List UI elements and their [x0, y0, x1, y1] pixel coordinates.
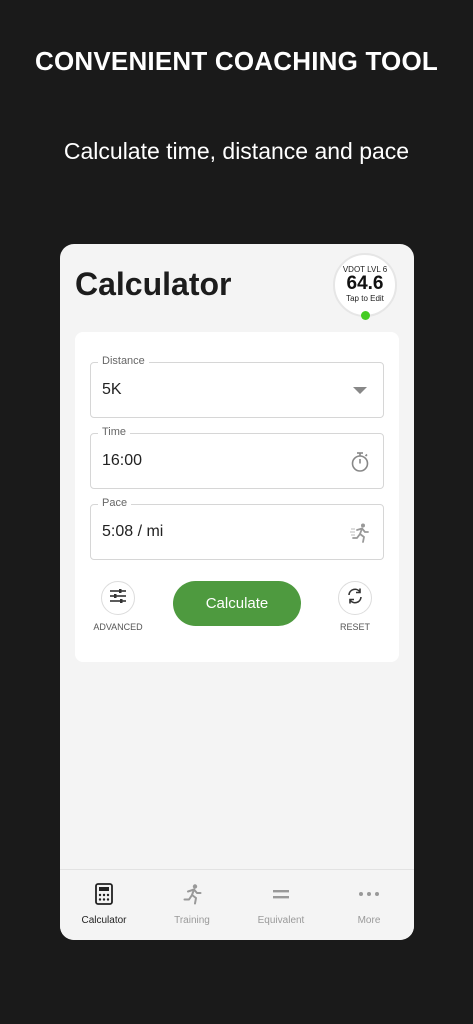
pace-label: Pace	[98, 497, 132, 509]
runner-icon[interactable]	[349, 522, 371, 544]
vdot-status-dot	[361, 311, 370, 320]
distance-select[interactable]: Distance 5K	[90, 355, 384, 418]
stopwatch-icon[interactable]	[349, 451, 371, 473]
vdot-badge[interactable]: VDOT LVL 6 64.6 Tap to Edit	[333, 253, 397, 317]
time-field[interactable]: Time 16:00	[90, 426, 384, 489]
tab-more[interactable]: More	[325, 870, 413, 940]
calculator-icon	[93, 883, 115, 905]
equals-icon	[270, 883, 292, 905]
tab-calculator[interactable]: Calculator	[60, 870, 148, 940]
more-icon	[358, 883, 380, 905]
sliders-icon	[109, 588, 127, 609]
pace-value: 5:08 / mi	[102, 523, 164, 540]
tab-label: Training	[174, 915, 210, 926]
vdot-edit-hint: Tap to Edit	[346, 294, 384, 303]
calculator-card: Distance 5K Time 16:00 Pace 5:08 / mi AD…	[75, 332, 399, 662]
time-value: 16:00	[102, 452, 143, 469]
bottom-tab-bar: Calculator Training Equivalent More	[60, 869, 414, 940]
reset-button[interactable]	[338, 581, 372, 615]
tab-training[interactable]: Training	[148, 870, 236, 940]
distance-label: Distance	[98, 355, 149, 367]
promo-headline: CONVENIENT COACHING TOOL	[34, 46, 438, 76]
vdot-value: 64.6	[346, 273, 384, 294]
phone-screen: Calculator VDOT LVL 6 64.6 Tap to Edit D…	[60, 244, 414, 940]
reset-label: RESET	[339, 622, 370, 632]
distance-value: 5K	[102, 381, 122, 398]
tab-label: More	[357, 915, 381, 926]
time-label: Time	[98, 426, 131, 438]
advanced-label: ADVANCED	[93, 622, 143, 632]
runner-icon	[181, 883, 203, 905]
promo-subheadline: Calculate time, distance and pace	[63, 138, 410, 164]
tab-label: Calculator	[81, 915, 127, 926]
chevron-down-icon[interactable]	[349, 380, 371, 402]
pace-field[interactable]: Pace 5:08 / mi	[90, 497, 384, 560]
tab-equivalent[interactable]: Equivalent	[237, 870, 325, 940]
calculate-button[interactable]: Calculate	[173, 581, 301, 626]
advanced-button[interactable]	[101, 581, 135, 615]
page-title: Calculator	[75, 266, 232, 302]
refresh-icon	[346, 587, 364, 610]
tab-label: Equivalent	[257, 915, 305, 926]
